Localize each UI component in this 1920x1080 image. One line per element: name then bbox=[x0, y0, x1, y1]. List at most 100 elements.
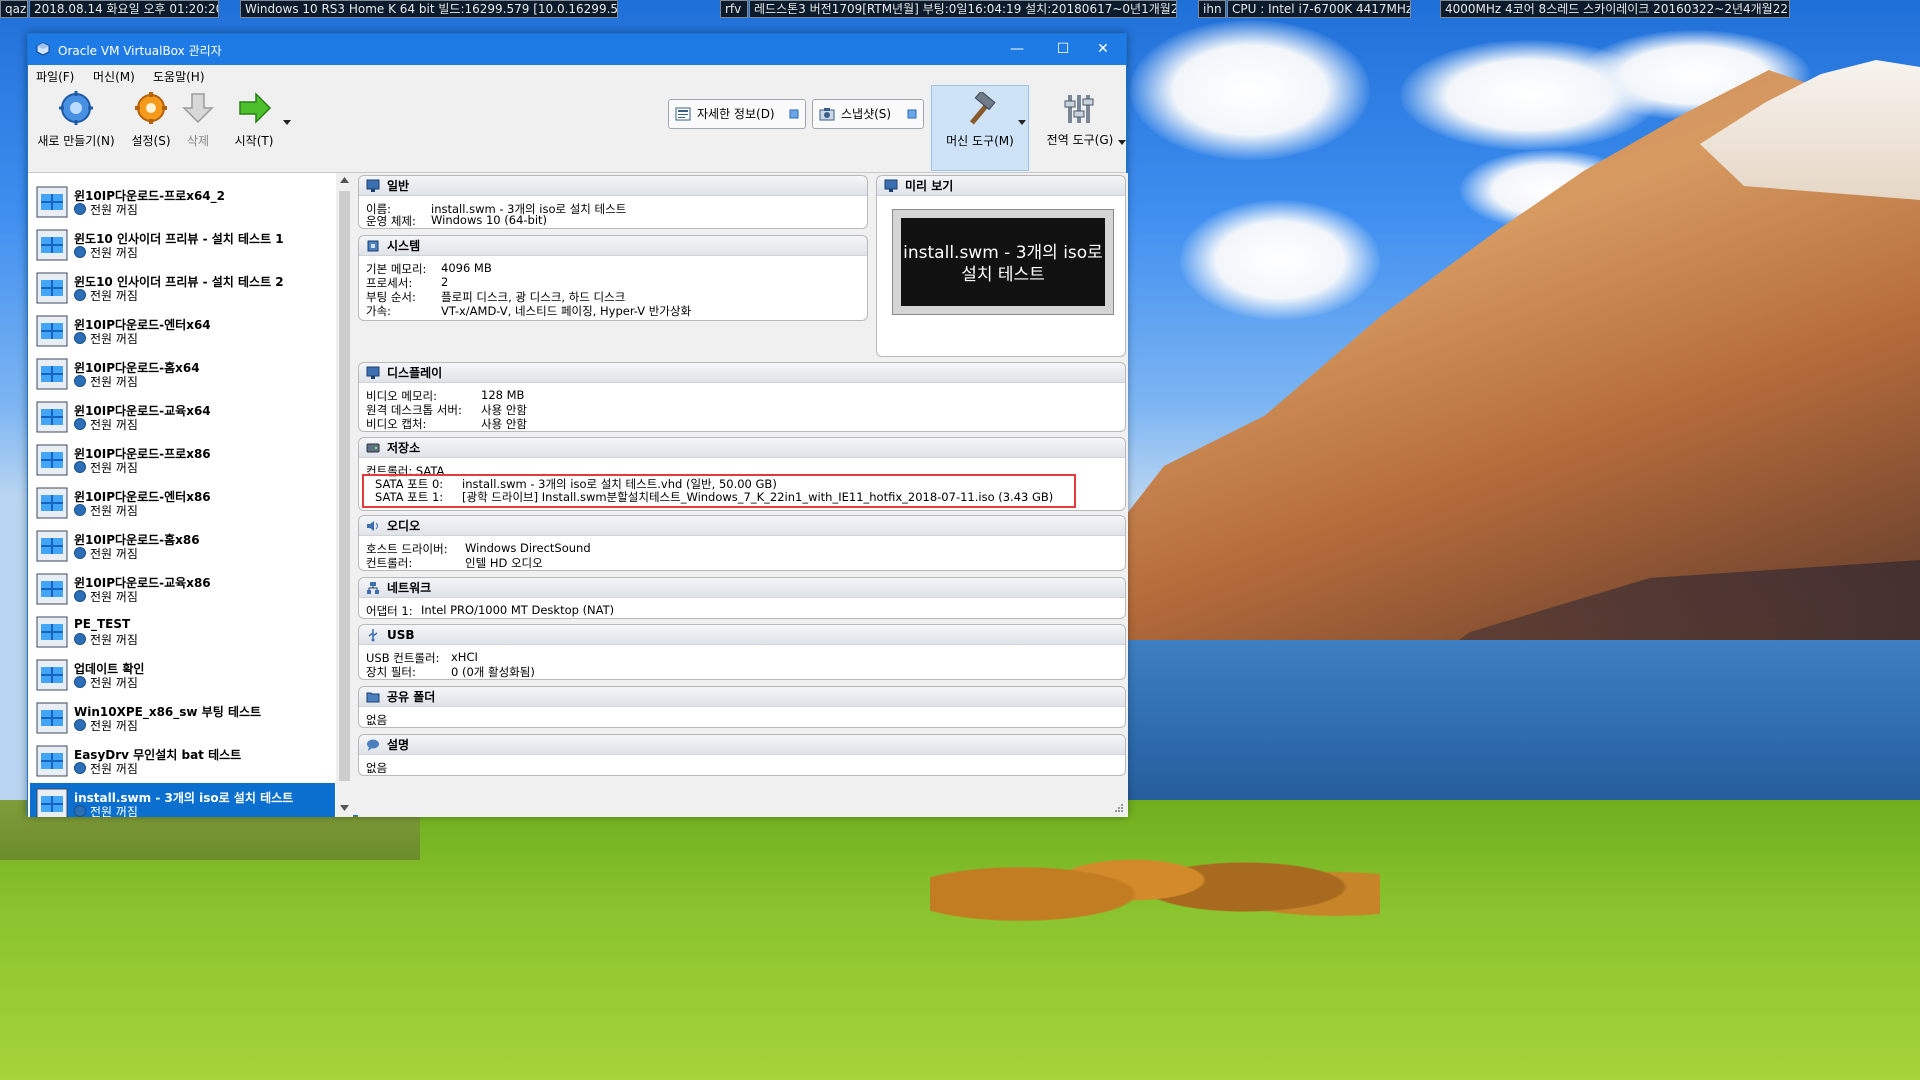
vm-list-scrollbar[interactable] bbox=[336, 173, 353, 817]
vm-list-item[interactable]: 윈10IP다운로드-교육x64 전원 꺼짐 bbox=[30, 396, 335, 439]
system-memory-value: 4096 MB bbox=[441, 261, 492, 275]
pin-icon bbox=[789, 109, 799, 119]
settings-button[interactable]: 설정(S) bbox=[126, 85, 176, 171]
settings-label: 설정(S) bbox=[131, 134, 171, 148]
menu-bar: 파일(F) 머신(M) 도움말(H) bbox=[28, 65, 1126, 85]
windows10-os-icon bbox=[36, 573, 68, 605]
vm-list-item[interactable]: Win10XPE_x86_sw 부팅 테스트 전원 꺼짐 bbox=[30, 697, 335, 740]
start-arrow-icon bbox=[239, 92, 272, 124]
windows10-os-icon bbox=[36, 229, 68, 261]
windows10-os-icon bbox=[36, 358, 68, 390]
vm-list-item[interactable]: 윈10IP다운로드-엔터x86 전원 꺼짐 bbox=[30, 482, 335, 525]
section-general: 일반 이름: install.swm - 3개의 iso로 설치 테스트 운영 … bbox=[358, 175, 868, 229]
scroll-up-icon[interactable] bbox=[340, 177, 349, 183]
vm-list-item[interactable]: 윈도10 인사이더 프리뷰 - 설치 테스트 2 전원 꺼짐 bbox=[30, 267, 335, 310]
power-off-icon bbox=[74, 719, 86, 731]
system-acceleration-label: 가속: bbox=[366, 304, 392, 318]
vm-list-item[interactable]: 윈10IP다운로드-교육x86 전원 꺼짐 bbox=[30, 568, 335, 611]
windows10-os-icon bbox=[36, 272, 68, 304]
section-description-title: 설명 bbox=[387, 738, 410, 752]
virtualbox-app-icon bbox=[36, 42, 50, 56]
vm-list-item[interactable]: EasyDrv 무인설치 bat 테스트 전원 꺼짐 bbox=[30, 740, 335, 783]
vm-state: 전원 꺼짐 bbox=[90, 805, 138, 817]
menu-machine[interactable]: 머신(M) bbox=[93, 68, 135, 85]
window-title: Oracle VM VirtualBox 관리자 bbox=[58, 44, 222, 58]
section-preview-header[interactable]: 미리 보기 bbox=[877, 176, 1125, 196]
windows10-os-icon bbox=[36, 186, 68, 218]
preview-monitor-icon bbox=[884, 179, 898, 192]
section-network-title: 네트워크 bbox=[387, 581, 432, 595]
new-vm-button[interactable]: 새로 만들기(N) bbox=[34, 85, 118, 171]
vm-list-item[interactable]: 윈10IP다운로드-홈x64 전원 꺼짐 bbox=[30, 353, 335, 396]
section-storage-header[interactable]: 저장소 bbox=[359, 438, 1125, 458]
machine-tools-button[interactable]: 머신 도구(M) bbox=[931, 85, 1029, 171]
vm-list-item[interactable]: PE_TEST 전원 꺼짐 bbox=[30, 611, 335, 654]
vm-state: 전원 꺼짐 bbox=[90, 246, 138, 260]
storage-highlight-box bbox=[362, 474, 1076, 508]
usb-controller-value: xHCI bbox=[451, 650, 478, 664]
section-audio-header[interactable]: 오디오 bbox=[359, 516, 1125, 536]
network-adapter-value: Intel PRO/1000 MT Desktop (NAT) bbox=[421, 603, 615, 617]
usb-filter-label: 장치 필터: bbox=[366, 665, 416, 679]
menu-file[interactable]: 파일(F) bbox=[36, 68, 74, 85]
vm-list-item[interactable]: 윈10IP다운로드-홈x86 전원 꺼짐 bbox=[30, 525, 335, 568]
section-general-title: 일반 bbox=[387, 179, 410, 193]
vm-list-item[interactable]: 윈10IP다운로드-프로x86 전원 꺼짐 bbox=[30, 439, 335, 482]
power-off-icon bbox=[74, 289, 86, 301]
info-bar-uptime: 레드스톤3 버전1709[RTM년월] 부팅:0일16:04:19 설치:201… bbox=[749, 0, 1177, 18]
global-tools-button[interactable]: 전역 도구(G) bbox=[1038, 85, 1122, 171]
minimize-button[interactable]: — bbox=[994, 34, 1040, 65]
delete-button[interactable]: 삭제 bbox=[178, 85, 218, 171]
details-view-button[interactable]: 자세한 정보(D) bbox=[668, 99, 806, 129]
wallpaper-trees bbox=[930, 810, 1380, 950]
windows10-os-icon bbox=[36, 530, 68, 562]
network-icon bbox=[367, 582, 379, 594]
section-description-header[interactable]: 설명 bbox=[359, 735, 1125, 755]
section-general-header[interactable]: 일반 bbox=[359, 176, 867, 196]
windows10-os-icon bbox=[36, 788, 68, 817]
windows10-os-icon bbox=[36, 487, 68, 519]
power-off-icon bbox=[74, 332, 86, 344]
hammer-icon bbox=[969, 92, 996, 125]
resize-grip-icon[interactable] bbox=[1114, 803, 1124, 813]
display-capture-label: 비디오 캡처: bbox=[366, 417, 427, 431]
shared-folders-value: 없음 bbox=[366, 713, 388, 727]
start-button[interactable]: 시작(T) bbox=[224, 85, 284, 171]
snapshots-view-button[interactable]: 스냅샷(S) bbox=[812, 99, 924, 129]
system-acceleration-value: VT-x/AMD-V, 네스티드 페이징, Hyper-V 반가상화 bbox=[441, 304, 692, 318]
scrollbar-thumb[interactable] bbox=[339, 191, 350, 781]
general-os-value: Windows 10 (64-bit) bbox=[431, 213, 548, 227]
folder-icon bbox=[366, 692, 380, 703]
power-off-icon bbox=[74, 246, 86, 258]
section-shared-folders-header[interactable]: 공유 폴더 bbox=[359, 687, 1125, 707]
section-network-header[interactable]: 네트워크 bbox=[359, 578, 1125, 598]
section-usb-header[interactable]: USB bbox=[359, 625, 1125, 645]
vm-list-item[interactable]: 업데이트 확인 전원 꺼짐 bbox=[30, 654, 335, 697]
section-display-title: 디스플레이 bbox=[387, 366, 443, 380]
details-pane: 일반 이름: install.swm - 3개의 iso로 설치 테스트 운영 … bbox=[358, 173, 1128, 817]
scroll-down-icon[interactable] bbox=[340, 805, 349, 811]
snapshot-camera-icon bbox=[819, 108, 835, 121]
details-view-label: 자세한 정보(D) bbox=[697, 107, 775, 121]
vm-list-item[interactable]: 윈10IP다운로드-엔터x64 전원 꺼짐 bbox=[30, 310, 335, 353]
start-dropdown-arrow-icon[interactable] bbox=[283, 120, 291, 126]
general-os-label: 운영 체제: bbox=[366, 214, 416, 228]
vm-list-item[interactable]: 윈10IP다운로드-프로x64_2 전원 꺼짐 bbox=[30, 181, 335, 224]
new-vm-label: 새로 만들기(N) bbox=[37, 134, 115, 148]
section-usb-title: USB bbox=[387, 628, 415, 642]
vm-list-item[interactable]: 윈도10 인사이더 프리뷰 - 설치 테스트 1 전원 꺼짐 bbox=[30, 224, 335, 267]
section-usb: USB USB 컨트롤러: xHCI 장치 필터: 0 (0개 활성화됨) bbox=[358, 624, 1126, 680]
section-network: 네트워크 어댑터 1: Intel PRO/1000 MT Desktop (N… bbox=[358, 577, 1126, 619]
vm-list-item[interactable]: install.swm - 3개의 iso로 설치 테스트 전원 꺼짐 bbox=[30, 783, 335, 817]
vm-list: 윈10IP다운로드-프로x64_2 전원 꺼짐 윈도10 인사이더 프리뷰 - 설치… bbox=[28, 173, 353, 817]
section-system-header[interactable]: 시스템 bbox=[359, 236, 867, 256]
section-display-header[interactable]: 디스플레이 bbox=[359, 363, 1125, 383]
menu-help[interactable]: 도움말(H) bbox=[153, 68, 205, 85]
machine-tools-dropdown-icon[interactable] bbox=[1018, 120, 1026, 126]
title-bar[interactable]: Oracle VM VirtualBox 관리자 — ☐ ✕ bbox=[28, 34, 1126, 65]
global-tools-dropdown-icon[interactable] bbox=[1118, 140, 1126, 146]
section-storage-title: 저장소 bbox=[387, 441, 421, 455]
close-button[interactable]: ✕ bbox=[1080, 34, 1126, 65]
section-preview-title: 미리 보기 bbox=[905, 179, 954, 193]
power-off-icon bbox=[74, 590, 86, 602]
